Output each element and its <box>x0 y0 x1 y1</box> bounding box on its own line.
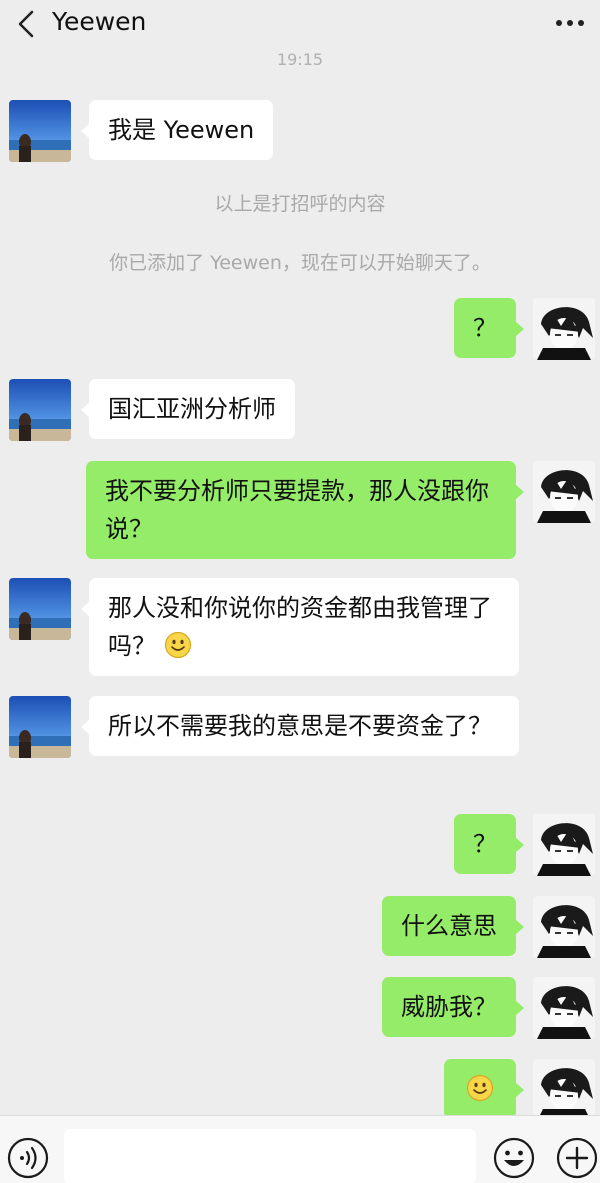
more-icon <box>556 20 584 26</box>
message-input[interactable] <box>64 1129 476 1183</box>
my-avatar[interactable] <box>533 461 595 523</box>
received-message-bubble[interactable]: 那人没和你说你的资金都由我管理了吗？ <box>81 578 519 676</box>
chat-title: Yeewen <box>52 7 147 36</box>
plus-icon <box>556 1137 598 1179</box>
contact-avatar[interactable] <box>9 696 71 758</box>
my-avatar[interactable] <box>533 298 595 360</box>
system-note-greeting: 以上是打招呼的内容 <box>214 193 386 215</box>
sent-message-bubble[interactable]: 我不要分析师只要提款，那人没跟你说？ <box>86 461 524 559</box>
message-list[interactable]: 19:15 我是 Yeewen 以上是打招呼的内容 你已添加了 Yeewen，现… <box>0 48 600 1115</box>
my-avatar[interactable] <box>533 1059 595 1115</box>
smile-emoji-icon <box>164 631 191 659</box>
message-timestamp: 19:15 <box>276 50 324 69</box>
received-message-bubble[interactable]: 所以不需要我的意思是不要资金了？ <box>81 696 519 756</box>
my-avatar[interactable] <box>533 814 595 876</box>
emoji-icon <box>493 1137 535 1179</box>
more-options-button[interactable] <box>552 8 588 38</box>
contact-avatar[interactable] <box>9 100 71 162</box>
voice-button[interactable] <box>6 1136 50 1180</box>
voice-icon <box>7 1137 49 1179</box>
more-actions-button[interactable] <box>555 1136 599 1180</box>
received-message-bubble[interactable]: 我是 Yeewen <box>80 100 274 160</box>
sent-message-bubble[interactable]: 什么意思 <box>382 896 524 956</box>
sent-message-bubble[interactable] <box>444 1059 524 1115</box>
emoji-button[interactable] <box>492 1136 536 1180</box>
my-avatar[interactable] <box>533 896 595 958</box>
back-button[interactable] <box>8 6 44 42</box>
sent-message-bubble[interactable]: 威胁我？ <box>382 977 524 1037</box>
contact-avatar[interactable] <box>9 578 71 640</box>
my-avatar[interactable] <box>533 977 595 1039</box>
sent-message-bubble[interactable]: ？ <box>454 814 524 874</box>
chat-header: Yeewen <box>0 0 600 48</box>
received-message-bubble[interactable]: 国汇亚洲分析师 <box>81 379 295 439</box>
sent-message-bubble[interactable]: ？ <box>454 298 524 358</box>
smile-emoji-icon <box>466 1074 494 1102</box>
chevron-left-icon <box>18 10 34 38</box>
chat-input-bar <box>0 1115 600 1183</box>
contact-avatar[interactable] <box>9 379 71 441</box>
system-note-added: 你已添加了 Yeewen，现在可以开始聊天了。 <box>109 252 491 274</box>
